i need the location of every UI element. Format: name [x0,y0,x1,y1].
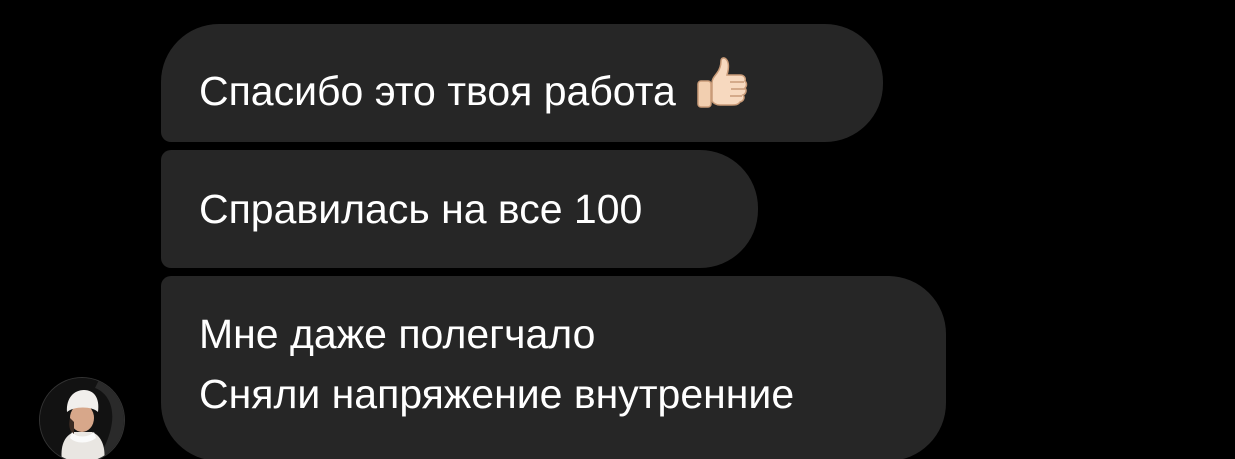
message-text: Справилась на все 100 [199,186,643,232]
profile-photo-icon [40,378,124,459]
message-text-line: Сняли напряжение внутренние [199,371,795,417]
message-bubble[interactable]: Справилась на все 100 [161,150,758,268]
thumbs-up-icon [690,53,754,117]
message-bubble[interactable]: Мне даже полегчало Сняли напряжение внут… [161,276,946,459]
avatar[interactable] [40,378,124,459]
message-bubble[interactable]: Спасибо это твоя работа [161,24,883,142]
chat-thread: Спасибо это твоя работа Справилась на вс… [0,0,1235,459]
message-text: Спасибо это твоя работа [199,68,676,114]
message-text-line: Мне даже полегчало [199,311,596,357]
